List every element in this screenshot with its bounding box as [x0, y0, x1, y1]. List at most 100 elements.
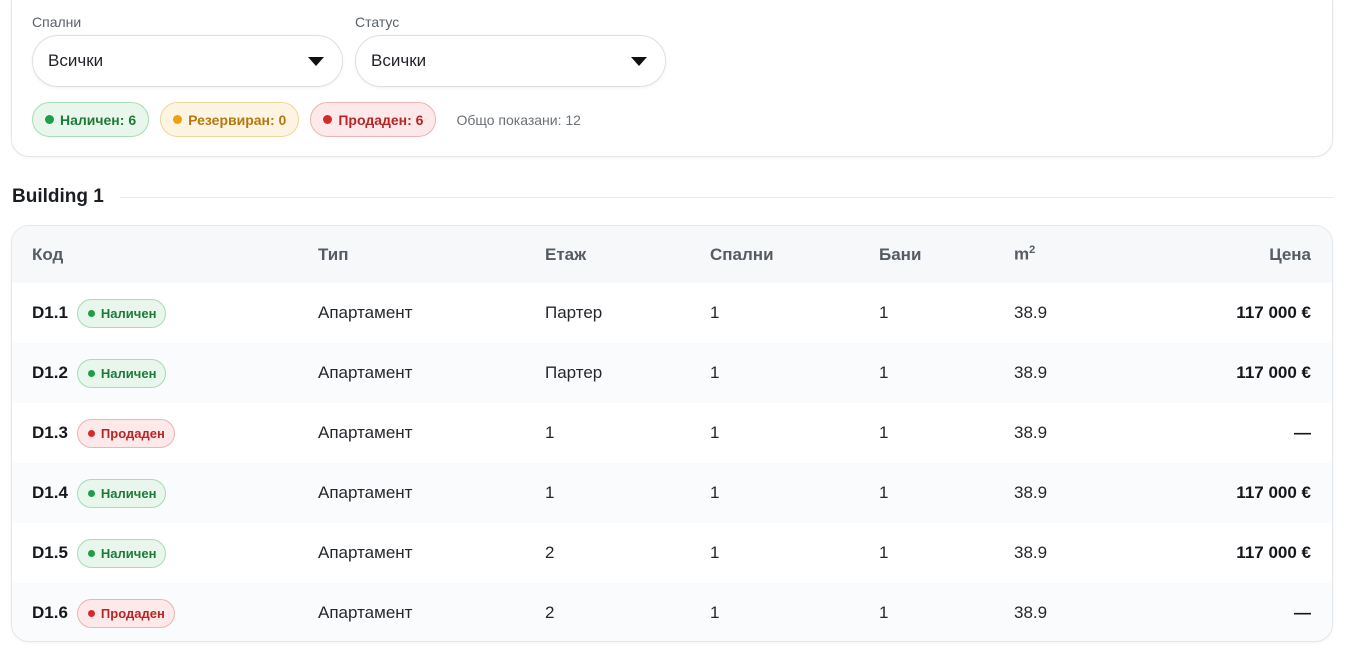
- building-heading: Building 1: [12, 186, 1333, 208]
- units-table-card: Код Тип Етаж Спални Бани m2 Цена D1.1 Нал…: [11, 225, 1333, 642]
- table-row[interactable]: D1.1 Наличен Апартамент Партер 1 1 38.9 117 000…: [12, 283, 1332, 343]
- caret-down-icon: [631, 57, 647, 66]
- table-row[interactable]: D1.6 Продаден Апартамент 2 1 1 38.9 —: [12, 583, 1332, 641]
- unit-code[interactable]: D1.5: [32, 543, 68, 563]
- table-row[interactable]: D1.2 Наличен Апартамент Партер 1 1 38.9 117 000…: [12, 343, 1332, 403]
- cell-type: Апартамент: [318, 483, 413, 502]
- unit-code[interactable]: D1.1: [32, 303, 68, 323]
- code-wrap: D1.6 Продаден: [32, 598, 318, 628]
- cell-bathrooms: 1: [879, 603, 889, 622]
- cell-code: D1.5 Наличен: [12, 523, 318, 583]
- status-dot-icon: [87, 489, 95, 497]
- col-header-floor[interactable]: Етаж: [545, 226, 710, 283]
- cell-area: 38.9: [1014, 303, 1048, 322]
- cell-price: 117 000 €: [1236, 363, 1311, 382]
- col-header-price[interactable]: Цена: [1174, 226, 1332, 283]
- heading-divider: [119, 196, 1333, 198]
- status-badge: Наличен: [76, 298, 167, 328]
- status-badge: Наличен: [76, 358, 167, 388]
- status-badge-label: Продаден: [100, 425, 165, 441]
- cell-floor: 1: [545, 423, 555, 442]
- cell-price: —: [1294, 423, 1311, 442]
- col-header-area[interactable]: m2: [1014, 226, 1174, 283]
- cell-bedrooms: 1: [710, 423, 720, 442]
- status-badge: Наличен: [76, 538, 167, 568]
- cell-code: D1.2 Наличен: [12, 343, 318, 403]
- status-badge: Продаден: [76, 418, 175, 448]
- table-row[interactable]: D1.3 Продаден Апартамент 1 1 1 38.9 —: [12, 403, 1332, 463]
- cell-code: D1.3 Продаден: [12, 403, 318, 463]
- col-header-code[interactable]: Код: [12, 226, 318, 283]
- red-dot-icon: [323, 115, 333, 124]
- cell-type: Апартамент: [318, 363, 413, 382]
- table-body: D1.1 Наличен Апартамент Партер 1 1 38.9 117 000…: [12, 283, 1332, 641]
- available-count-chip[interactable]: Наличен: 6: [32, 102, 150, 137]
- caret-down-icon: [308, 57, 324, 66]
- cell-bedrooms: 1: [710, 303, 720, 322]
- bedrooms-filter: Спални Всички: [32, 15, 343, 87]
- status-badge-label: Наличен: [100, 305, 157, 321]
- col-header-type[interactable]: Тип: [318, 226, 545, 283]
- cell-area: 38.9: [1014, 363, 1048, 382]
- green-dot-icon: [45, 115, 54, 124]
- sold-count-chip[interactable]: Продаден: 6: [310, 102, 437, 137]
- cell-area: 38.9: [1014, 603, 1048, 622]
- cell-code: D1.6 Продаден: [12, 583, 318, 641]
- cell-bathrooms: 1: [879, 363, 889, 382]
- cell-bathrooms: 1: [879, 303, 889, 322]
- unit-code[interactable]: D1.4: [32, 483, 68, 503]
- table-header-row: Код Тип Етаж Спални Бани m2 Цена: [12, 226, 1332, 283]
- status-filter: Статус Всички: [355, 15, 666, 87]
- cell-code: D1.1 Наличен: [12, 283, 318, 343]
- total-shown-text: Общо показани: 12: [456, 111, 581, 128]
- status-select[interactable]: Всички: [355, 35, 666, 87]
- cell-floor: 2: [545, 543, 555, 562]
- status-badge-label: Наличен: [100, 365, 157, 381]
- unit-code[interactable]: D1.2: [32, 363, 68, 383]
- col-header-bathrooms[interactable]: Бани: [879, 226, 1014, 283]
- cell-bedrooms: 1: [710, 603, 720, 622]
- unit-code[interactable]: D1.6: [32, 603, 68, 623]
- code-wrap: D1.4 Наличен: [32, 478, 318, 508]
- filter-card: Спални Всички Статус Всички Наличен: 6 Р…: [11, 0, 1333, 157]
- status-summary: Наличен: 6 Резервиран: 0 Продаден: 6 Общ…: [32, 102, 581, 137]
- reserved-count-chip[interactable]: Резервиран: 0: [160, 102, 300, 137]
- status-dot-icon: [87, 549, 95, 557]
- cell-type: Апартамент: [318, 423, 413, 442]
- table-row[interactable]: D1.5 Наличен Апартамент 2 1 1 38.9 117 000 €: [12, 523, 1332, 583]
- status-badge-label: Наличен: [100, 545, 157, 561]
- status-badge-label: Продаден: [100, 605, 165, 621]
- status-dot-icon: [87, 309, 95, 317]
- area-unit-exponent: 2: [1029, 244, 1036, 257]
- cell-floor: 1: [545, 483, 555, 502]
- cell-area: 38.9: [1014, 543, 1048, 562]
- cell-price: 117 000 €: [1236, 543, 1311, 562]
- cell-bathrooms: 1: [879, 483, 889, 502]
- status-dot-icon: [87, 429, 95, 437]
- building-title: Building 1: [12, 186, 104, 207]
- unit-code[interactable]: D1.3: [32, 423, 68, 443]
- cell-area: 38.9: [1014, 423, 1048, 442]
- cell-bedrooms: 1: [710, 543, 720, 562]
- cell-bathrooms: 1: [879, 543, 889, 562]
- status-badge: Продаден: [76, 598, 175, 628]
- sold-count-label: Продаден: 6: [338, 111, 424, 128]
- cell-code: D1.4 Наличен: [12, 463, 318, 523]
- code-wrap: D1.5 Наличен: [32, 538, 318, 568]
- col-header-bedrooms[interactable]: Спални: [710, 226, 879, 283]
- cell-type: Апартамент: [318, 603, 413, 622]
- cell-area: 38.9: [1014, 483, 1048, 502]
- cell-floor: 2: [545, 603, 555, 622]
- cell-type: Апартамент: [318, 543, 413, 562]
- status-badge: Наличен: [76, 478, 167, 508]
- cell-floor: Партер: [545, 303, 603, 322]
- cell-price: 117 000 €: [1236, 483, 1311, 502]
- status-dot-icon: [87, 609, 95, 617]
- code-wrap: D1.2 Наличен: [32, 358, 318, 388]
- area-unit: m: [1014, 244, 1030, 264]
- cell-bedrooms: 1: [710, 483, 720, 502]
- bedrooms-select[interactable]: Всички: [32, 35, 343, 87]
- status-filter-label: Статус: [355, 14, 400, 30]
- units-table: Код Тип Етаж Спални Бани m2 Цена D1.1 Нал…: [12, 226, 1332, 641]
- table-row[interactable]: D1.4 Наличен Апартамент 1 1 1 38.9 117 000 €: [12, 463, 1332, 523]
